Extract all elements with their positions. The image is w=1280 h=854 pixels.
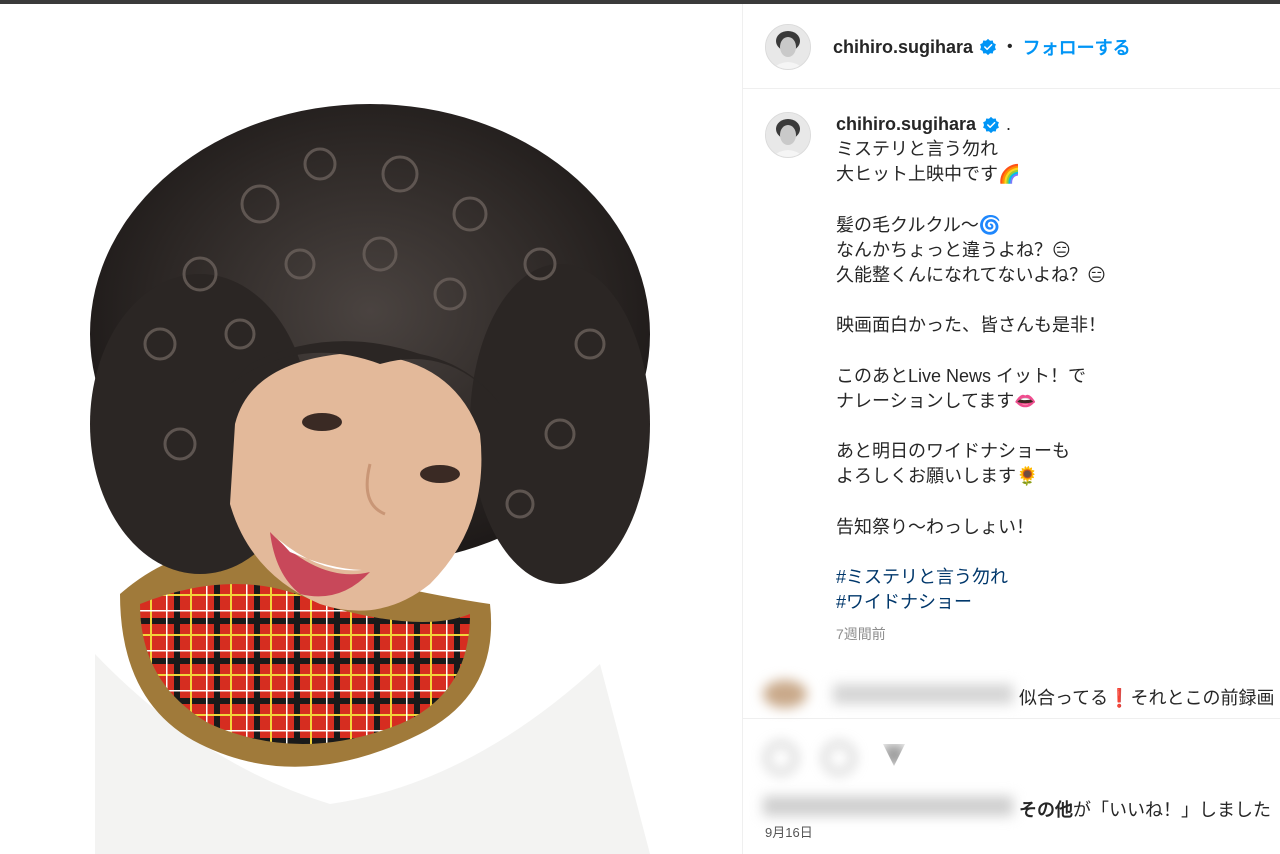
caption-line xyxy=(836,414,1266,439)
caption-username[interactable]: chihiro.sugihara xyxy=(836,114,976,135)
caption-line: なんかちょっと違うよね？😑 xyxy=(836,239,1071,260)
share-icon[interactable] xyxy=(883,744,905,766)
caption-avatar-image xyxy=(766,113,810,157)
header-username[interactable]: chihiro.sugihara xyxy=(833,37,973,58)
post-header: chihiro.sugihara • フォローする xyxy=(743,4,1280,89)
likes-text[interactable]: その他が「いいね！」しました xyxy=(1019,796,1280,822)
post-photo-illustration xyxy=(90,104,650,854)
author-avatar[interactable] xyxy=(765,24,811,70)
caption-line: 告知祭り〜わっしょい！ xyxy=(836,516,1034,537)
comment-text: 似合ってる❗️それとこの前録画 xyxy=(1019,688,1275,708)
caption-line xyxy=(836,339,1266,364)
liked-by-blurred xyxy=(763,796,1013,816)
comment-row: 似合ってる❗️それとこの前録画 xyxy=(743,670,1280,719)
header-separator: • xyxy=(1007,38,1013,55)
caption-line xyxy=(836,187,1266,212)
caption-avatar[interactable] xyxy=(765,112,811,158)
caption-line: 映画面白かった、皆さんも是非！ xyxy=(836,315,1106,336)
caption-line: ナレーションしてます👄 xyxy=(836,390,1037,411)
caption-line xyxy=(836,288,1266,313)
caption-body: ミステリと言う勿れ 大ヒット上映中です🌈 髪の毛クルクル〜🌀 なんかちょっと違う… xyxy=(836,137,1266,616)
commenter-avatar[interactable] xyxy=(763,680,807,708)
post-photo xyxy=(0,4,742,854)
likes-row: その他が「いいね！」しました xyxy=(743,786,1280,826)
verified-badge-icon xyxy=(983,116,999,133)
caption-dot: . xyxy=(1006,114,1012,134)
post-date[interactable]: 9月16日 xyxy=(765,822,813,841)
verified-badge-icon xyxy=(980,38,996,56)
caption-line: 久能整くんになれてないよね？😑 xyxy=(836,264,1106,285)
caption-line: あと明日のワイドナショーも xyxy=(836,441,1070,462)
caption-line: このあとLive News イット！で xyxy=(836,365,1087,386)
likes-suffix: が「いいね！」しました xyxy=(1073,800,1271,820)
comment-icon[interactable] xyxy=(823,742,855,774)
caption-line: 髪の毛クルクル〜🌀 xyxy=(836,214,1002,235)
likes-others[interactable]: その他 xyxy=(1019,800,1073,820)
hashtag-link[interactable]: #ミステリと言う勿れ xyxy=(836,565,1266,590)
posted-time[interactable]: 7週間前 xyxy=(836,624,1266,644)
caption-line: よろしくお願いします🌻 xyxy=(836,466,1039,487)
caption: chihiro.sugihara . ミステリと言う勿れ 大ヒット上映中です🌈 … xyxy=(836,114,1266,644)
caption-line xyxy=(836,540,1266,565)
hashtag-link[interactable]: #ワイドナショー xyxy=(836,590,1266,615)
caption-line: ミステリと言う勿れ xyxy=(836,139,998,159)
action-bar xyxy=(743,720,1280,790)
commenter-name-blurred xyxy=(833,684,1013,704)
author-avatar-image xyxy=(766,25,810,69)
caption-line xyxy=(836,490,1266,515)
post-sidebar: chihiro.sugihara • フォローする chihiro.sugiha… xyxy=(742,4,1280,854)
heart-icon[interactable] xyxy=(765,742,797,774)
follow-button[interactable]: フォローする xyxy=(1023,34,1131,60)
caption-line: 大ヒット上映中です🌈 xyxy=(836,164,1021,185)
